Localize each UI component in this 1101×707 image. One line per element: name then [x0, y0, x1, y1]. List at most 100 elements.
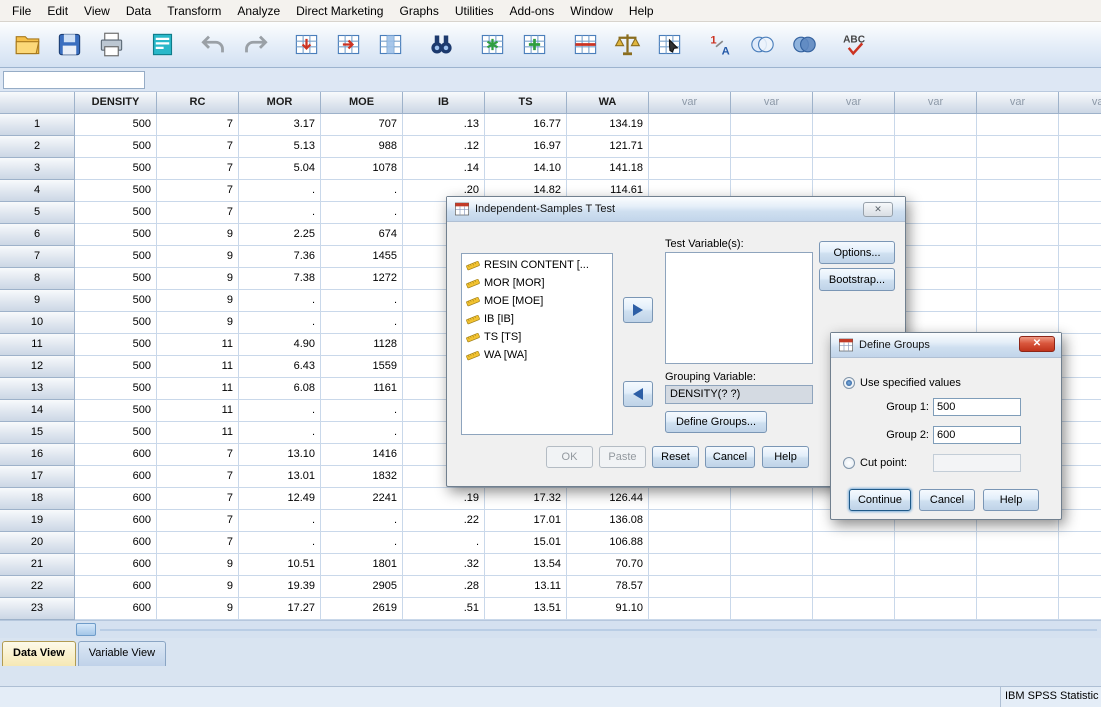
column-header-ts[interactable]: TS [485, 92, 567, 114]
cell[interactable]: 106.88 [567, 532, 649, 554]
cell[interactable]: 91.10 [567, 598, 649, 620]
cell[interactable]: 1559 [321, 356, 403, 378]
menu-utilities[interactable]: Utilities [447, 1, 502, 21]
recall-dialogs-button[interactable] [143, 26, 181, 64]
cell[interactable]: . [321, 400, 403, 422]
cell[interactable]: 7 [157, 466, 239, 488]
cell[interactable]: 7 [157, 532, 239, 554]
menu-analyze[interactable]: Analyze [229, 1, 288, 21]
cell[interactable]: 988 [321, 136, 403, 158]
cell[interactable] [977, 158, 1059, 180]
cell[interactable] [649, 136, 731, 158]
cell[interactable] [649, 532, 731, 554]
cell[interactable]: 12.49 [239, 488, 321, 510]
grid-corner-cell[interactable] [0, 92, 75, 114]
cell[interactable]: 126.44 [567, 488, 649, 510]
row-header[interactable]: 21 [0, 554, 75, 576]
cell[interactable]: . [321, 510, 403, 532]
cell[interactable]: 500 [75, 114, 157, 136]
cell[interactable]: .32 [403, 554, 485, 576]
cell[interactable]: . [239, 290, 321, 312]
cell[interactable]: 7 [157, 158, 239, 180]
cell[interactable]: 7 [157, 136, 239, 158]
save-button[interactable] [50, 26, 88, 64]
row-header[interactable]: 23 [0, 598, 75, 620]
row-header[interactable]: 3 [0, 158, 75, 180]
cut-point-option[interactable]: Cut point: [843, 457, 907, 469]
column-header-density[interactable]: DENSITY [75, 92, 157, 114]
cell[interactable]: 9 [157, 224, 239, 246]
cell[interactable]: 136.08 [567, 510, 649, 532]
bootstrap-button[interactable]: Bootstrap... [819, 268, 895, 291]
column-header-moe[interactable]: MOE [321, 92, 403, 114]
cell[interactable]: 5.13 [239, 136, 321, 158]
cell[interactable] [895, 532, 977, 554]
cell[interactable] [813, 114, 895, 136]
cancel-button[interactable]: Cancel [919, 489, 975, 511]
column-header-rc[interactable]: RC [157, 92, 239, 114]
define-groups-button[interactable]: Define Groups... [665, 411, 767, 433]
menu-help[interactable]: Help [621, 1, 662, 21]
cell[interactable]: 600 [75, 488, 157, 510]
cell[interactable]: 500 [75, 268, 157, 290]
cell[interactable] [977, 224, 1059, 246]
cell[interactable]: 500 [75, 422, 157, 444]
cell[interactable]: 11 [157, 356, 239, 378]
cell[interactable] [731, 554, 813, 576]
column-header-var-9[interactable]: var [731, 92, 813, 114]
cell[interactable] [1059, 532, 1101, 554]
cell[interactable]: 9 [157, 268, 239, 290]
cell[interactable] [813, 136, 895, 158]
variable-item[interactable]: MOE [MOE] [463, 292, 611, 310]
cell[interactable]: 13.11 [485, 576, 567, 598]
cell[interactable]: 7 [157, 114, 239, 136]
cell[interactable] [1059, 268, 1101, 290]
cell[interactable] [731, 114, 813, 136]
cell[interactable] [977, 114, 1059, 136]
cell[interactable]: 600 [75, 554, 157, 576]
cell[interactable]: 1078 [321, 158, 403, 180]
cell[interactable] [1059, 356, 1101, 378]
show-all-variables-button[interactable] [785, 26, 823, 64]
cell[interactable]: . [403, 532, 485, 554]
menu-view[interactable]: View [76, 1, 118, 21]
reset-button[interactable]: Reset [652, 446, 699, 468]
goto-case-button[interactable] [287, 26, 325, 64]
cell[interactable]: . [321, 532, 403, 554]
cell[interactable]: 5.04 [239, 158, 321, 180]
row-header[interactable]: 13 [0, 378, 75, 400]
cell[interactable] [813, 158, 895, 180]
cell[interactable]: 14.10 [485, 158, 567, 180]
cell[interactable]: 13.01 [239, 466, 321, 488]
cell[interactable] [813, 532, 895, 554]
cell[interactable]: 2619 [321, 598, 403, 620]
cell[interactable]: 9 [157, 246, 239, 268]
cell[interactable]: 17.27 [239, 598, 321, 620]
cell[interactable]: 500 [75, 400, 157, 422]
cell[interactable] [977, 290, 1059, 312]
cell[interactable] [895, 136, 977, 158]
cell[interactable] [1059, 334, 1101, 356]
variable-item[interactable]: IB [IB] [463, 310, 611, 328]
help-button[interactable]: Help [983, 489, 1039, 511]
cell[interactable]: 13.54 [485, 554, 567, 576]
variable-item[interactable]: WA [WA] [463, 346, 611, 364]
cell[interactable] [1059, 246, 1101, 268]
cell[interactable] [1059, 488, 1101, 510]
cell[interactable] [895, 312, 977, 334]
cell[interactable] [895, 202, 977, 224]
cell[interactable] [1059, 554, 1101, 576]
cell[interactable] [977, 268, 1059, 290]
cell[interactable]: .22 [403, 510, 485, 532]
cell[interactable]: 17.32 [485, 488, 567, 510]
cell[interactable] [977, 576, 1059, 598]
cell[interactable]: 2241 [321, 488, 403, 510]
help-button[interactable]: Help [762, 446, 809, 468]
close-icon[interactable]: ✕ [863, 202, 893, 217]
cell[interactable]: 6.08 [239, 378, 321, 400]
cell[interactable]: 7 [157, 202, 239, 224]
column-header-var-10[interactable]: var [813, 92, 895, 114]
cell[interactable]: 11 [157, 422, 239, 444]
cell[interactable]: 500 [75, 224, 157, 246]
row-header[interactable]: 19 [0, 510, 75, 532]
